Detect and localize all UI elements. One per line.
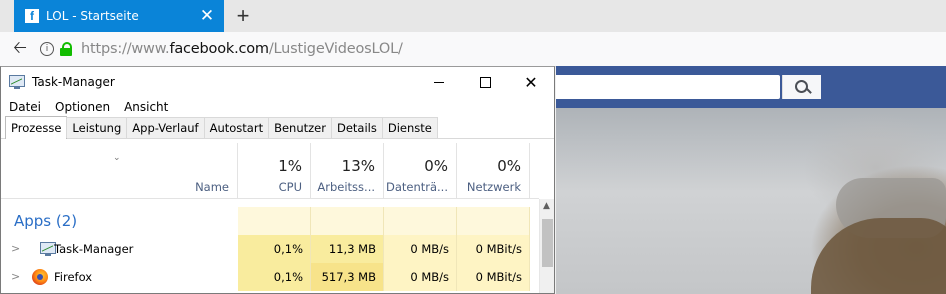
process-disk: 0 MB/s (384, 235, 457, 263)
site-info-icon[interactable]: i (40, 42, 54, 56)
network-total: 0% (497, 157, 521, 175)
tab-autostart[interactable]: Autostart (203, 117, 270, 138)
facebook-search-input[interactable] (556, 75, 780, 99)
menu-bar: Datei Optionen Ansicht (1, 97, 554, 116)
address-bar[interactable]: https://www.facebook.com/LustigeVideosLO… (81, 41, 403, 57)
scroll-thumb[interactable] (542, 219, 553, 267)
process-cpu: 0,1% (238, 235, 311, 263)
tab-benutzer[interactable]: Benutzer (268, 117, 332, 138)
column-label-name: Name (195, 180, 229, 194)
process-name: Task-Manager (54, 242, 134, 256)
window-title: Task-Manager (32, 75, 115, 89)
menu-optionen[interactable]: Optionen (55, 100, 110, 114)
secure-lock-icon[interactable] (60, 42, 72, 56)
url-domain: facebook.com (169, 41, 269, 57)
browser-tab-bar: f LOL - Startseite ✕ + (0, 0, 946, 32)
tab-close-icon[interactable]: ✕ (196, 6, 218, 26)
column-header-cpu[interactable]: 1% CPU (238, 143, 311, 198)
disk-total: 0% (424, 157, 448, 175)
column-label-disk: Datenträ... (385, 180, 448, 194)
tab-dienste[interactable]: Dienste (381, 117, 438, 138)
menu-ansicht[interactable]: Ansicht (124, 100, 168, 114)
back-arrow-icon[interactable]: 🡠 (9, 35, 31, 64)
sort-chevron-icon: ⌄ (113, 153, 121, 163)
column-header-disk[interactable]: 0% Datenträ... (384, 143, 457, 198)
tab-strip: Prozesse Leistung App-Verlauf Autostart … (1, 116, 554, 139)
tab-prozesse[interactable]: Prozesse (5, 116, 68, 139)
close-button[interactable]: ✕ (508, 67, 554, 97)
table-row[interactable]: > Task-Manager 0,1% 11,3 MB 0 MB/s 0 MBi… (1, 235, 539, 263)
process-disk: 0 MB/s (384, 263, 457, 291)
task-manager-app-icon (9, 75, 25, 89)
facebook-page (556, 66, 946, 294)
column-header-memory[interactable]: 13% Arbeitss... (311, 143, 384, 198)
navigation-bar: 🡠 i https://www.facebook.com/LustigeVide… (0, 32, 946, 67)
close-icon: ✕ (524, 72, 538, 92)
tab-facebook[interactable]: f LOL - Startseite ✕ (14, 0, 224, 32)
memory-total: 13% (341, 157, 375, 175)
facebook-header (556, 66, 946, 108)
expand-chevron-icon[interactable]: > (11, 263, 20, 291)
firefox-icon (32, 269, 48, 285)
minimize-icon (434, 81, 444, 83)
tab-app-verlauf[interactable]: App-Verlauf (126, 117, 205, 138)
header-divider (1, 198, 539, 199)
search-icon[interactable] (782, 75, 821, 99)
tab-leistung[interactable]: Leistung (66, 117, 128, 138)
process-table: ⌄ Name 1% CPU 13% Arbeitss... 0% Datentr… (1, 143, 554, 293)
task-manager-window: Task-Manager ✕ Datei Optionen Ansicht Pr… (0, 66, 555, 294)
url-prefix: https://www. (81, 41, 170, 57)
maximize-icon (479, 76, 491, 88)
process-memory: 517,3 MB (311, 263, 384, 291)
process-network: 0 MBit/s (457, 263, 530, 291)
scroll-up-arrow-icon[interactable]: ▲ (543, 201, 550, 211)
facebook-favicon-icon: f (25, 9, 39, 23)
table-row[interactable]: > Firefox 0,1% 517,3 MB 0 MB/s 0 MBit/s (1, 263, 539, 291)
maximize-button[interactable] (462, 67, 508, 97)
process-memory: 11,3 MB (311, 235, 384, 263)
cover-photo (556, 108, 946, 294)
tab-title: LOL - Startseite (46, 9, 139, 23)
process-name: Firefox (54, 270, 93, 284)
new-tab-button[interactable]: + (233, 4, 253, 28)
column-label-cpu: CPU (278, 180, 302, 194)
column-label-network: Netzwerk (466, 180, 521, 194)
column-header-network[interactable]: 0% Netzwerk (457, 143, 530, 198)
process-cpu: 0,1% (238, 263, 311, 291)
task-manager-titlebar[interactable]: Task-Manager ✕ (1, 67, 554, 97)
column-header-name[interactable]: ⌄ Name (1, 143, 238, 198)
expand-chevron-icon[interactable]: > (11, 235, 20, 263)
process-network: 0 MBit/s (457, 235, 530, 263)
group-title: Apps (2) (14, 212, 78, 230)
column-label-memory: Arbeitss... (317, 180, 375, 194)
vertical-scrollbar[interactable]: ▲ (539, 199, 554, 293)
url-path: /LustigeVideosLOL/ (268, 41, 403, 57)
cpu-total: 1% (278, 157, 302, 175)
menu-datei[interactable]: Datei (9, 100, 41, 114)
minimize-button[interactable] (416, 67, 462, 97)
group-row-apps[interactable]: Apps (2) (1, 207, 539, 235)
tab-details[interactable]: Details (330, 117, 383, 138)
